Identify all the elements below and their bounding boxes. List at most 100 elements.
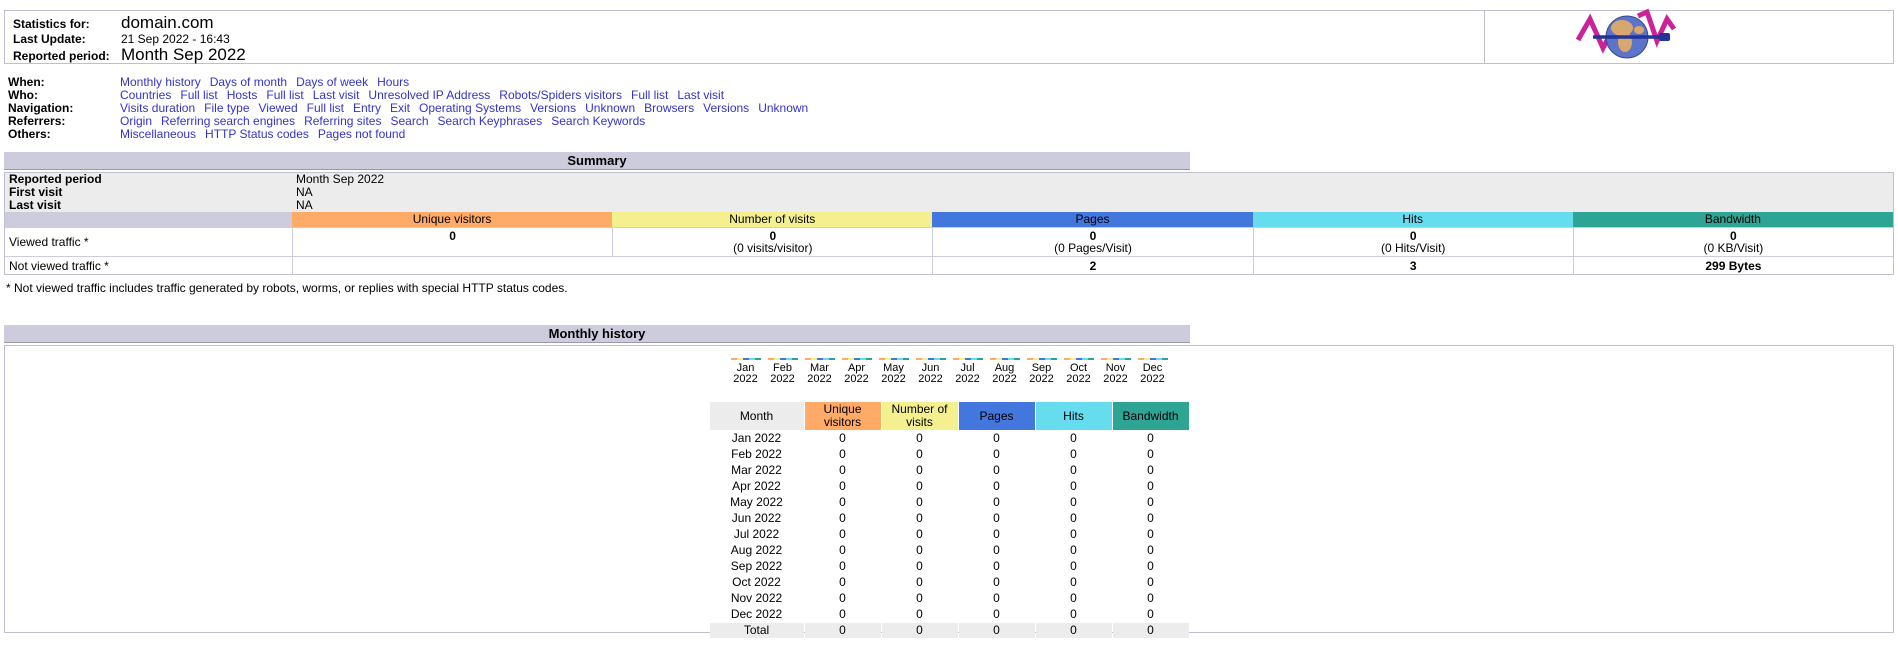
menu-link-search[interactable]: Search xyxy=(390,114,428,128)
menu-link-search-keyphrases[interactable]: Search Keyphrases xyxy=(438,114,543,128)
pages-cell: 0 xyxy=(959,559,1035,574)
statistics-for-label: Statistics for: xyxy=(13,17,121,31)
monthly-col-header-pages: Pages xyxy=(959,402,1035,430)
pages-cell: 0 xyxy=(959,527,1035,542)
menu-link-pages-not-found[interactable]: Pages not found xyxy=(318,127,405,141)
menu-link-unknown[interactable]: Unknown xyxy=(758,101,808,115)
bandwidth-cell: 0 xyxy=(1113,447,1189,462)
monthly-row-apr-2022: Apr 202200000 xyxy=(710,479,1189,494)
summary-metric-header-unique-visitors: Unique visitors xyxy=(292,212,612,227)
pages-cell: 0 xyxy=(959,479,1035,494)
number-of-visits-cell: 0 xyxy=(882,559,958,574)
viewed-traffic-value-hits: 0(0 Hits/Visit) xyxy=(1253,227,1573,256)
menu-link-operating-systems[interactable]: Operating Systems xyxy=(419,101,521,115)
header-divider xyxy=(1484,11,1485,63)
awstats-logo-icon xyxy=(1575,6,1679,64)
bandwidth-cell: 0 xyxy=(1113,463,1189,478)
hits-cell: 0 xyxy=(1036,463,1112,478)
summary-metric-header-bandwidth: Bandwidth xyxy=(1573,212,1893,227)
menu-link-browsers[interactable]: Browsers xyxy=(644,101,694,115)
chart-bars-mar-2022 xyxy=(802,358,837,360)
menu-link-referring-sites[interactable]: Referring sites xyxy=(304,114,381,128)
number-of-visits-cell: 0 xyxy=(882,447,958,462)
bar-bandwidth xyxy=(1088,358,1094,360)
month-cell: May 2022 xyxy=(710,495,804,510)
number-of-visits-cell: 0 xyxy=(882,463,958,478)
bandwidth-cell: 0 xyxy=(1113,431,1189,446)
monthly-table-body: Jan 202200000Feb 202200000Mar 202200000A… xyxy=(710,431,1189,638)
chart-year-label: 2022 xyxy=(1061,374,1096,385)
viewed-traffic-value-unique-visitors: 0 xyxy=(292,227,612,256)
menu-link-search-keywords[interactable]: Search Keywords xyxy=(551,114,645,128)
menu-link-countries[interactable]: Countries xyxy=(120,88,171,102)
month-cell: Jul 2022 xyxy=(710,527,804,542)
menu-link-versions[interactable]: Versions xyxy=(703,101,749,115)
monthly-col-header-bandwidth: Bandwidth xyxy=(1113,402,1189,430)
menu-link-days-of-month[interactable]: Days of month xyxy=(210,75,287,89)
menu-link-robots-spiders-visitors[interactable]: Robots/Spiders visitors xyxy=(499,88,622,102)
unique-visitors-cell: 0 xyxy=(805,543,881,558)
menu-link-http-status-codes[interactable]: HTTP Status codes xyxy=(205,127,309,141)
menu-link-entry[interactable]: Entry xyxy=(353,101,381,115)
menu-link-full-list[interactable]: Full list xyxy=(631,88,668,102)
summary-info-label-last-visit: Last visit xyxy=(5,199,292,212)
menu-link-full-list[interactable]: Full list xyxy=(307,101,344,115)
chart-month-group-oct-2022: Oct2022 xyxy=(1061,358,1096,385)
not-viewed-traffic-label: Not viewed traffic * xyxy=(5,256,292,274)
monthly-row-mar-2022: Mar 202200000 xyxy=(710,463,1189,478)
pages-cell: 0 xyxy=(959,591,1035,606)
hits-cell: 0 xyxy=(1036,447,1112,462)
menu-link-miscellaneous[interactable]: Miscellaneous xyxy=(120,127,196,141)
menu-link-last-visit[interactable]: Last visit xyxy=(677,88,724,102)
pages-cell: 0 xyxy=(959,575,1035,590)
menu-link-viewed[interactable]: Viewed xyxy=(259,101,298,115)
month-cell: Sep 2022 xyxy=(710,559,804,574)
menu-link-full-list[interactable]: Full list xyxy=(180,88,217,102)
menu-link-hours[interactable]: Hours xyxy=(377,75,409,89)
unique-visitors-cell: 0 xyxy=(805,559,881,574)
pages-cell: 0 xyxy=(959,543,1035,558)
hits-cell: 0 xyxy=(1036,479,1112,494)
unique-visitors-cell: 0 xyxy=(805,447,881,462)
menu-link-referring-search-engines[interactable]: Referring search engines xyxy=(161,114,295,128)
unique-visitors-cell: 0 xyxy=(805,511,881,526)
menu-link-unknown[interactable]: Unknown xyxy=(585,101,635,115)
menu-link-versions[interactable]: Versions xyxy=(530,101,576,115)
pages-cell: 0 xyxy=(959,607,1035,622)
pages-cell: 0 xyxy=(959,511,1035,526)
chart-month-group-aug-2022: Aug2022 xyxy=(987,358,1022,385)
menu-link-hosts[interactable]: Hosts xyxy=(227,88,258,102)
viewed-traffic-value-bandwidth: 0(0 KB/Visit) xyxy=(1573,227,1893,256)
pages-cell: 0 xyxy=(959,447,1035,462)
menu-link-days-of-week[interactable]: Days of week xyxy=(296,75,368,89)
chart-month-group-jul-2022: Jul2022 xyxy=(950,358,985,385)
monthly-row-dec-2022: Dec 202200000 xyxy=(710,607,1189,622)
menu-link-monthly-history[interactable]: Monthly history xyxy=(120,75,201,89)
month-cell: Dec 2022 xyxy=(710,607,804,622)
menu-link-exit[interactable]: Exit xyxy=(390,101,410,115)
chart-year-label: 2022 xyxy=(876,374,911,385)
hits-cell: 0 xyxy=(1036,607,1112,622)
monthly-total-row: Total00000 xyxy=(710,623,1189,638)
menu-link-file-type[interactable]: File type xyxy=(204,101,249,115)
menu-link-unresolved-ip-address[interactable]: Unresolved IP Address xyxy=(368,88,490,102)
chart-month-group-apr-2022: Apr2022 xyxy=(839,358,874,385)
chart-year-label: 2022 xyxy=(765,374,800,385)
bar-bandwidth xyxy=(1125,358,1131,360)
menu-link-origin[interactable]: Origin xyxy=(120,114,152,128)
monthly-row-jan-2022: Jan 202200000 xyxy=(710,431,1189,446)
menu-link-last-visit[interactable]: Last visit xyxy=(313,88,360,102)
chart-year-label: 2022 xyxy=(728,374,763,385)
menu-link-full-list[interactable]: Full list xyxy=(266,88,303,102)
chart-bars-oct-2022 xyxy=(1061,358,1096,360)
bandwidth-cell: 0 xyxy=(1113,511,1189,526)
site-domain: domain.com xyxy=(121,14,214,32)
monthly-history-table: MonthUnique visitorsNumber of visitsPage… xyxy=(709,401,1190,639)
menu-link-visits-duration[interactable]: Visits duration xyxy=(120,101,195,115)
unique-visitors-cell: 0 xyxy=(805,479,881,494)
awstats-logo[interactable] xyxy=(1575,6,1679,64)
hits-cell: 0 xyxy=(1036,591,1112,606)
bandwidth-cell: 0 xyxy=(1113,591,1189,606)
month-cell: Jun 2022 xyxy=(710,511,804,526)
month-cell: Nov 2022 xyxy=(710,591,804,606)
